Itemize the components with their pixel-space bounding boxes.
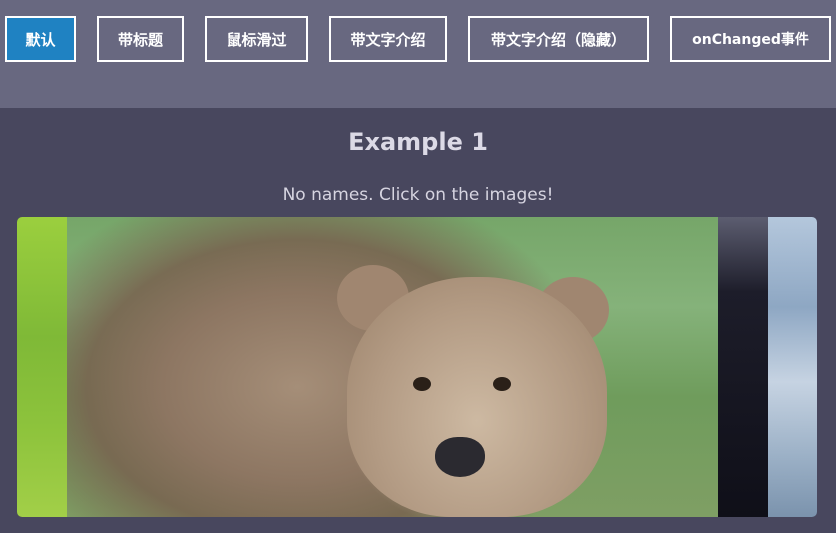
tab-onchanged-event[interactable]: onChanged事件 (670, 16, 831, 62)
tab-with-text-intro[interactable]: 带文字介绍 (329, 16, 447, 62)
tab-with-title[interactable]: 带标题 (97, 16, 184, 62)
gallery-slice-bear-expanded[interactable] (67, 217, 718, 517)
image-accordion-gallery (17, 217, 817, 517)
gallery-slice-sky[interactable] (768, 217, 817, 517)
gallery-slice-grass[interactable] (17, 217, 67, 517)
bear-eye-right (493, 377, 511, 391)
tab-mouse-hover[interactable]: 鼠标滑过 (205, 16, 308, 62)
page-title: Example 1 (348, 128, 488, 156)
bear-eye-left (413, 377, 431, 391)
page-subtitle: No names. Click on the images! (282, 185, 554, 205)
gallery-slice-dark[interactable] (718, 217, 768, 517)
tab-with-text-intro-hidden[interactable]: 带文字介绍（隐藏） (468, 16, 649, 62)
top-nav-bar: 默认 带标题 鼠标滑过 带文字介绍 带文字介绍（隐藏） onChanged事件 (0, 0, 836, 108)
bear-head (347, 277, 607, 517)
bear-nose (435, 437, 485, 477)
tab-default[interactable]: 默认 (5, 16, 76, 62)
